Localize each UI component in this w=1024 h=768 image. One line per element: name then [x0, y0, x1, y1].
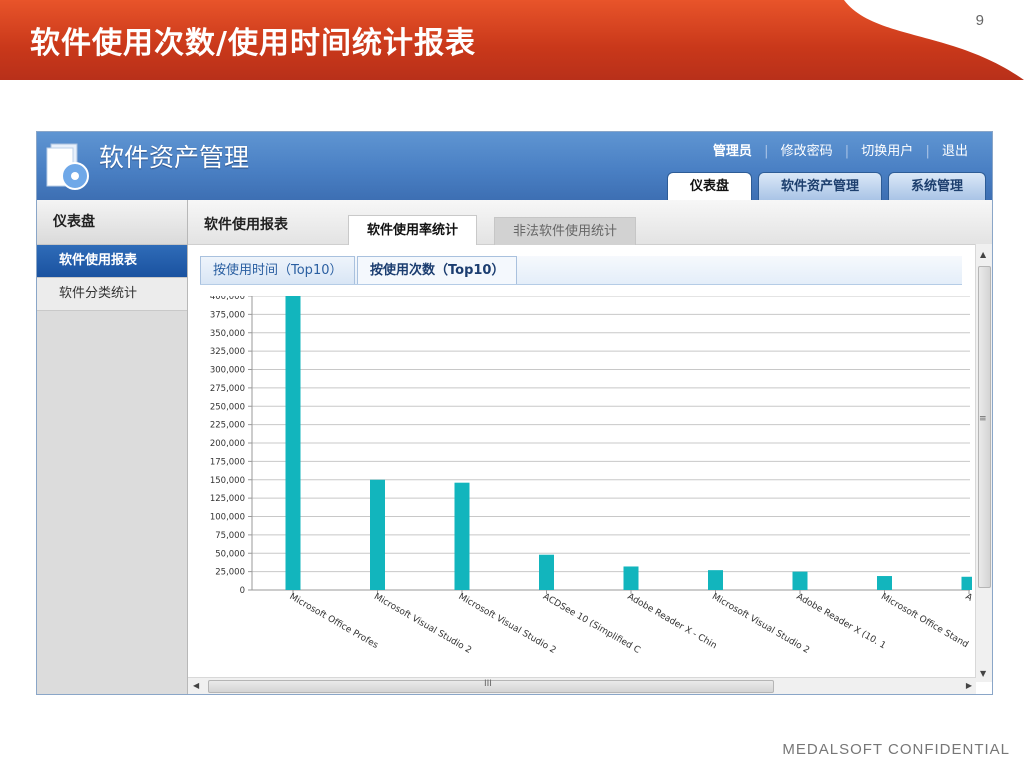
scroll-down-icon[interactable]: ▼: [980, 669, 986, 678]
y-tick-label: 175,000: [210, 457, 245, 467]
cd-box-logo-icon: [45, 140, 99, 192]
page-number: 9: [975, 12, 984, 29]
content-toolbar: 软件使用报表 软件使用率统计 非法软件使用统计: [188, 200, 992, 245]
sidebar-item-software-usage-report[interactable]: 软件使用报表: [37, 245, 187, 278]
current-user-label: 管理员: [712, 144, 752, 159]
y-tick-label: 150,000: [210, 476, 245, 486]
vertical-scrollbar[interactable]: ▲ ≡ ▼: [975, 244, 992, 682]
tab-software-asset-management[interactable]: 软件资产管理: [757, 172, 882, 200]
main-content: 软件使用报表 软件使用率统计 非法软件使用统计 按使用时间（Top10） 按使用…: [188, 200, 992, 694]
y-tick-label: 0: [240, 586, 245, 596]
user-bar: 管理员 | 修改密码 | 切换用户 | 退出: [711, 140, 970, 159]
x-category-label: Microsoft Office Stand: [879, 592, 970, 650]
y-tick-label: 75,000: [215, 531, 245, 541]
y-tick-label: 225,000: [210, 421, 245, 431]
bar: [792, 571, 808, 590]
y-tick-label: 50,000: [215, 549, 245, 559]
bar: [370, 479, 385, 590]
separator: |: [844, 144, 850, 159]
scroll-right-icon[interactable]: ▶: [966, 681, 972, 690]
separator: |: [925, 144, 930, 159]
bar: [623, 566, 639, 590]
x-category-label: Microsoft Visual Studio 2: [372, 592, 473, 656]
x-category-label: Microsoft Visual Studio 2: [710, 592, 811, 656]
bar: [539, 554, 554, 590]
report-sub-tabs: 按使用时间（Top10） 按使用次数（Top10）: [200, 256, 962, 285]
y-tick-label: 25,000: [215, 568, 245, 578]
usage-count-chart: 0 25,000 50,000 75,000 100,000 125,000 150,000…: [188, 296, 972, 678]
x-category-label: Adobe Reader X (10. 1: [795, 592, 888, 651]
bar: [961, 576, 972, 590]
x-category-label: Adobe Reader X - Chin: [626, 592, 719, 651]
x-category-label: A: [964, 592, 973, 604]
x-category-label: Microsoft Office Profes: [288, 592, 380, 651]
tab-system-management[interactable]: 系统管理: [887, 172, 986, 200]
y-tick-label: 400,000: [210, 296, 245, 302]
y-tick-label: 250,000: [210, 402, 245, 412]
bar: [877, 576, 892, 590]
y-tick-label: 375,000: [210, 310, 245, 320]
y-tick-label: 350,000: [210, 329, 245, 339]
bar-chart-svg: 0 25,000 50,000 75,000 100,000 125,000 150,000…: [210, 296, 973, 656]
vertical-scroll-thumb[interactable]: [978, 266, 991, 588]
main-nav-tabs: 仪表盘 软件资产管理 系统管理: [661, 172, 986, 200]
scroll-left-icon[interactable]: ◀: [193, 681, 199, 690]
switch-user-link[interactable]: 切换用户: [861, 144, 913, 159]
tab-dashboard[interactable]: 仪表盘: [666, 172, 752, 200]
bar: [708, 570, 723, 590]
slide-title: 软件使用次数/使用时间统计报表: [30, 26, 476, 61]
slide-header: 软件使用次数/使用时间统计报表: [0, 0, 1024, 80]
separator: |: [764, 144, 769, 159]
scroll-up-icon[interactable]: ▲: [980, 250, 986, 259]
y-tick-label: 100,000: [210, 513, 245, 523]
confidential-footer: MEDALSOFT CONFIDENTIAL: [782, 741, 1010, 758]
app-window: 软件资产管理 管理员 | 修改密码 | 切换用户 | 退出 仪表盘 软件资产管理…: [36, 131, 993, 695]
change-password-link[interactable]: 修改密码: [781, 144, 833, 159]
sidebar-header: 仪表盘: [37, 200, 187, 245]
sidebar-item-software-category-stats[interactable]: 软件分类统计: [37, 278, 187, 311]
tab-by-usage-time[interactable]: 按使用时间（Top10）: [200, 256, 356, 284]
tab-software-usage-rate[interactable]: 软件使用率统计: [348, 215, 478, 245]
hscroll-grip-icon: III: [484, 679, 492, 689]
content-title: 软件使用报表: [204, 217, 288, 233]
sidebar: 仪表盘 软件使用报表 软件分类统计: [37, 200, 188, 694]
y-tick-label: 300,000: [210, 366, 245, 376]
tab-illegal-software-usage[interactable]: 非法软件使用统计: [494, 217, 637, 245]
y-tick-label: 325,000: [210, 347, 245, 357]
scroll-grip-icon: ≡: [979, 414, 987, 424]
bar: [285, 296, 301, 590]
y-tick-label: 200,000: [210, 439, 245, 449]
logout-link[interactable]: 退出: [942, 144, 968, 159]
tab-by-usage-count[interactable]: 按使用次数（Top10）: [357, 256, 518, 284]
y-tick-label: 275,000: [210, 384, 245, 394]
horizontal-scrollbar[interactable]: ◀ III ▶: [188, 677, 976, 694]
app-title: 软件资产管理: [99, 143, 250, 172]
bar: [454, 482, 470, 590]
app-header: 软件资产管理 管理员 | 修改密码 | 切换用户 | 退出 仪表盘 软件资产管理…: [37, 132, 992, 200]
header-decoration-curve: [844, 0, 1024, 80]
y-tick-label: 125,000: [210, 494, 245, 504]
